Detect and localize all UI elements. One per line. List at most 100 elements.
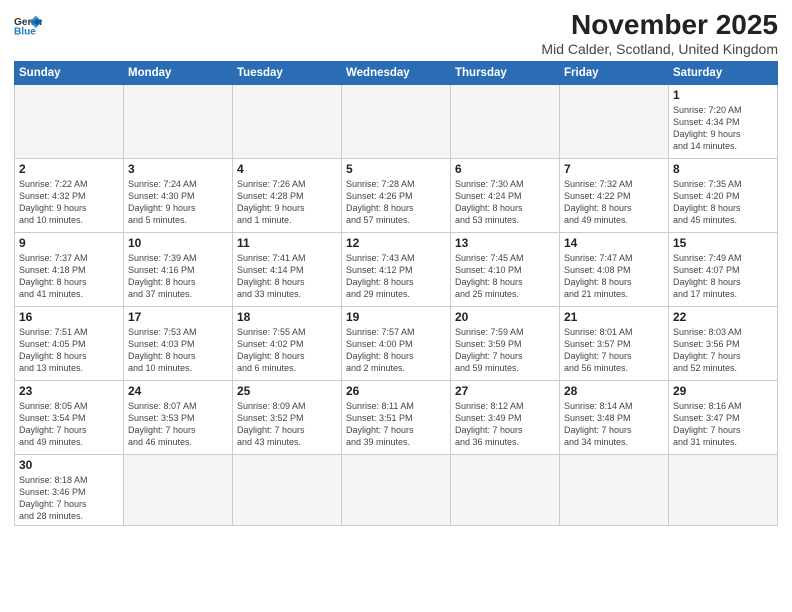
day-number: 18 [237, 310, 337, 324]
calendar-cell: 30 Sunrise: 8:18 AM Sunset: 3:46 PM Dayli… [15, 454, 124, 526]
calendar-cell: 24Sunrise: 8:07 AM Sunset: 3:53 PM Dayli… [124, 380, 233, 454]
weekday-header-friday: Friday [560, 61, 669, 84]
logo-icon: General Blue [14, 14, 42, 36]
day-info: Sunrise: 7:47 AM Sunset: 4:08 PM Dayligh… [564, 252, 664, 301]
weekday-header-sunday: Sunday [15, 61, 124, 84]
day-number: 30 [19, 458, 119, 472]
day-number: 3 [128, 162, 228, 176]
day-number: 29 [673, 384, 773, 398]
day-number: 17 [128, 310, 228, 324]
day-info: Sunrise: 7:49 AM Sunset: 4:07 PM Dayligh… [673, 252, 773, 301]
calendar-cell: 5 Sunrise: 7:28 AM Sunset: 4:26 PM Daylig… [342, 158, 451, 232]
day-number: 5 [346, 162, 446, 176]
day-number: 19 [346, 310, 446, 324]
calendar-cell: 27 Sunrise: 8:12 AM Sunset: 3:49 PM Dayli… [451, 380, 560, 454]
calendar-cell: 20Sunrise: 7:59 AM Sunset: 3:59 PM Dayli… [451, 306, 560, 380]
day-info: Sunrise: 7:53 AM Sunset: 4:03 PM Dayligh… [128, 326, 228, 375]
day-info: Sunrise: 8:16 AM Sunset: 3:47 PM Dayligh… [673, 400, 773, 449]
day-number: 16 [19, 310, 119, 324]
day-info: Sunrise: 8:18 AM Sunset: 3:46 PM Dayligh… [19, 474, 119, 523]
day-number: 8 [673, 162, 773, 176]
calendar-cell: 14 Sunrise: 7:47 AM Sunset: 4:08 PM Dayli… [560, 232, 669, 306]
calendar-cell: 16 Sunrise: 7:51 AM Sunset: 4:05 PM Dayli… [15, 306, 124, 380]
day-number: 27 [455, 384, 555, 398]
calendar-cell: 10 Sunrise: 7:39 AM Sunset: 4:16 PM Dayli… [124, 232, 233, 306]
day-number: 10 [128, 236, 228, 250]
day-info: Sunrise: 8:09 AM Sunset: 3:52 PM Dayligh… [237, 400, 337, 449]
page: General Blue November 2025 Mid Calder, S… [0, 0, 792, 612]
calendar-cell: 8 Sunrise: 7:35 AM Sunset: 4:20 PM Daylig… [669, 158, 778, 232]
day-number: 20 [455, 310, 555, 324]
day-number: 13 [455, 236, 555, 250]
day-info: Sunrise: 7:41 AM Sunset: 4:14 PM Dayligh… [237, 252, 337, 301]
calendar-cell: 3Sunrise: 7:24 AM Sunset: 4:30 PM Daylig… [124, 158, 233, 232]
calendar-week-row: 9Sunrise: 7:37 AM Sunset: 4:18 PM Daylig… [15, 232, 778, 306]
calendar-table: SundayMondayTuesdayWednesdayThursdayFrid… [14, 61, 778, 527]
calendar-cell: 11 Sunrise: 7:41 AM Sunset: 4:14 PM Dayli… [233, 232, 342, 306]
day-number: 7 [564, 162, 664, 176]
calendar-cell [451, 84, 560, 158]
calendar-cell: 18Sunrise: 7:55 AM Sunset: 4:02 PM Dayli… [233, 306, 342, 380]
calendar-cell [560, 454, 669, 526]
title-block: November 2025 Mid Calder, Scotland, Unit… [541, 10, 778, 57]
day-number: 6 [455, 162, 555, 176]
day-info: Sunrise: 7:32 AM Sunset: 4:22 PM Dayligh… [564, 178, 664, 227]
calendar-cell: 26Sunrise: 8:11 AM Sunset: 3:51 PM Dayli… [342, 380, 451, 454]
calendar-cell: 22Sunrise: 8:03 AM Sunset: 3:56 PM Dayli… [669, 306, 778, 380]
calendar-week-row: 1Sunrise: 7:20 AM Sunset: 4:34 PM Daylig… [15, 84, 778, 158]
weekday-header-wednesday: Wednesday [342, 61, 451, 84]
calendar-cell: 7 Sunrise: 7:32 AM Sunset: 4:22 PM Daylig… [560, 158, 669, 232]
day-info: Sunrise: 8:14 AM Sunset: 3:48 PM Dayligh… [564, 400, 664, 449]
calendar-cell [342, 454, 451, 526]
day-info: Sunrise: 7:28 AM Sunset: 4:26 PM Dayligh… [346, 178, 446, 227]
calendar-cell: 4Sunrise: 7:26 AM Sunset: 4:28 PM Daylig… [233, 158, 342, 232]
calendar-cell: 13 Sunrise: 7:45 AM Sunset: 4:10 PM Dayli… [451, 232, 560, 306]
calendar-subtitle: Mid Calder, Scotland, United Kingdom [541, 41, 778, 57]
calendar-cell [669, 454, 778, 526]
day-number: 11 [237, 236, 337, 250]
calendar-week-row: 30 Sunrise: 8:18 AM Sunset: 3:46 PM Dayli… [15, 454, 778, 526]
calendar-cell: 25 Sunrise: 8:09 AM Sunset: 3:52 PM Dayli… [233, 380, 342, 454]
day-number: 9 [19, 236, 119, 250]
day-info: Sunrise: 7:35 AM Sunset: 4:20 PM Dayligh… [673, 178, 773, 227]
calendar-cell [124, 454, 233, 526]
day-info: Sunrise: 7:45 AM Sunset: 4:10 PM Dayligh… [455, 252, 555, 301]
day-info: Sunrise: 7:39 AM Sunset: 4:16 PM Dayligh… [128, 252, 228, 301]
weekday-header-thursday: Thursday [451, 61, 560, 84]
calendar-cell: 2Sunrise: 7:22 AM Sunset: 4:32 PM Daylig… [15, 158, 124, 232]
day-number: 23 [19, 384, 119, 398]
calendar-cell: 21 Sunrise: 8:01 AM Sunset: 3:57 PM Dayli… [560, 306, 669, 380]
day-info: Sunrise: 8:01 AM Sunset: 3:57 PM Dayligh… [564, 326, 664, 375]
day-number: 21 [564, 310, 664, 324]
calendar-cell: 23Sunrise: 8:05 AM Sunset: 3:54 PM Dayli… [15, 380, 124, 454]
day-info: Sunrise: 7:57 AM Sunset: 4:00 PM Dayligh… [346, 326, 446, 375]
logo: General Blue [14, 14, 42, 36]
calendar-week-row: 2Sunrise: 7:22 AM Sunset: 4:32 PM Daylig… [15, 158, 778, 232]
calendar-cell [342, 84, 451, 158]
calendar-cell [451, 454, 560, 526]
calendar-title: November 2025 [541, 10, 778, 41]
calendar-cell [15, 84, 124, 158]
calendar-cell: 6 Sunrise: 7:30 AM Sunset: 4:24 PM Daylig… [451, 158, 560, 232]
day-number: 22 [673, 310, 773, 324]
day-info: Sunrise: 7:30 AM Sunset: 4:24 PM Dayligh… [455, 178, 555, 227]
day-info: Sunrise: 8:07 AM Sunset: 3:53 PM Dayligh… [128, 400, 228, 449]
calendar-cell: 28Sunrise: 8:14 AM Sunset: 3:48 PM Dayli… [560, 380, 669, 454]
day-number: 25 [237, 384, 337, 398]
day-info: Sunrise: 7:26 AM Sunset: 4:28 PM Dayligh… [237, 178, 337, 227]
calendar-cell: 9Sunrise: 7:37 AM Sunset: 4:18 PM Daylig… [15, 232, 124, 306]
calendar-cell: 15Sunrise: 7:49 AM Sunset: 4:07 PM Dayli… [669, 232, 778, 306]
calendar-cell [233, 454, 342, 526]
svg-text:Blue: Blue [14, 26, 36, 36]
day-number: 1 [673, 88, 773, 102]
day-info: Sunrise: 8:12 AM Sunset: 3:49 PM Dayligh… [455, 400, 555, 449]
day-info: Sunrise: 7:43 AM Sunset: 4:12 PM Dayligh… [346, 252, 446, 301]
day-number: 14 [564, 236, 664, 250]
weekday-header-saturday: Saturday [669, 61, 778, 84]
day-number: 26 [346, 384, 446, 398]
day-info: Sunrise: 7:22 AM Sunset: 4:32 PM Dayligh… [19, 178, 119, 227]
weekday-header-row: SundayMondayTuesdayWednesdayThursdayFrid… [15, 61, 778, 84]
calendar-cell: 19 Sunrise: 7:57 AM Sunset: 4:00 PM Dayli… [342, 306, 451, 380]
calendar-cell: 29 Sunrise: 8:16 AM Sunset: 3:47 PM Dayli… [669, 380, 778, 454]
day-info: Sunrise: 7:51 AM Sunset: 4:05 PM Dayligh… [19, 326, 119, 375]
